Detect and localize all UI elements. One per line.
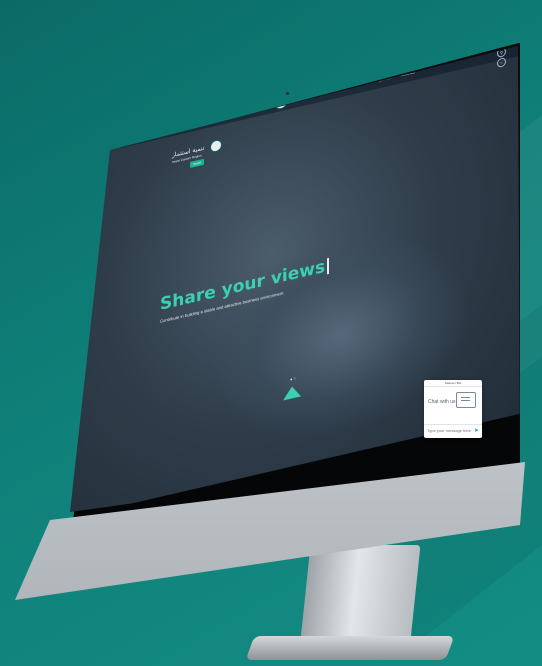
camera-icon — [286, 92, 289, 95]
monitor: 22 Shawwal 1447 About the platform Start… — [0, 0, 542, 666]
text-cursor-icon — [327, 257, 329, 275]
monitor-stand — [299, 545, 421, 650]
logo-seal-icon — [210, 138, 222, 154]
user-icon[interactable]: ○ — [497, 57, 506, 69]
chat-header: Sadeem Bot — [424, 380, 482, 387]
chat-input[interactable]: Type your message here ➤ — [424, 424, 482, 437]
top-navbar — [120, 46, 520, 149]
date-label: 22 Shawwal 1447 — [155, 123, 183, 135]
website-viewport: 22 Shawwal 1447 About the platform Start… — [70, 46, 520, 512]
globe-icon[interactable]: ● — [497, 46, 506, 49]
register-button[interactable]: Register to the platform — [360, 59, 400, 75]
logo-badge: Invest — [190, 158, 205, 168]
monitor-foot — [245, 636, 455, 660]
chat-label: Chat with us — [428, 399, 456, 405]
chat-bubble-icon — [456, 392, 476, 408]
send-icon[interactable]: ➤ — [474, 427, 479, 434]
chat-input-placeholder: Type your message here — [427, 428, 472, 433]
